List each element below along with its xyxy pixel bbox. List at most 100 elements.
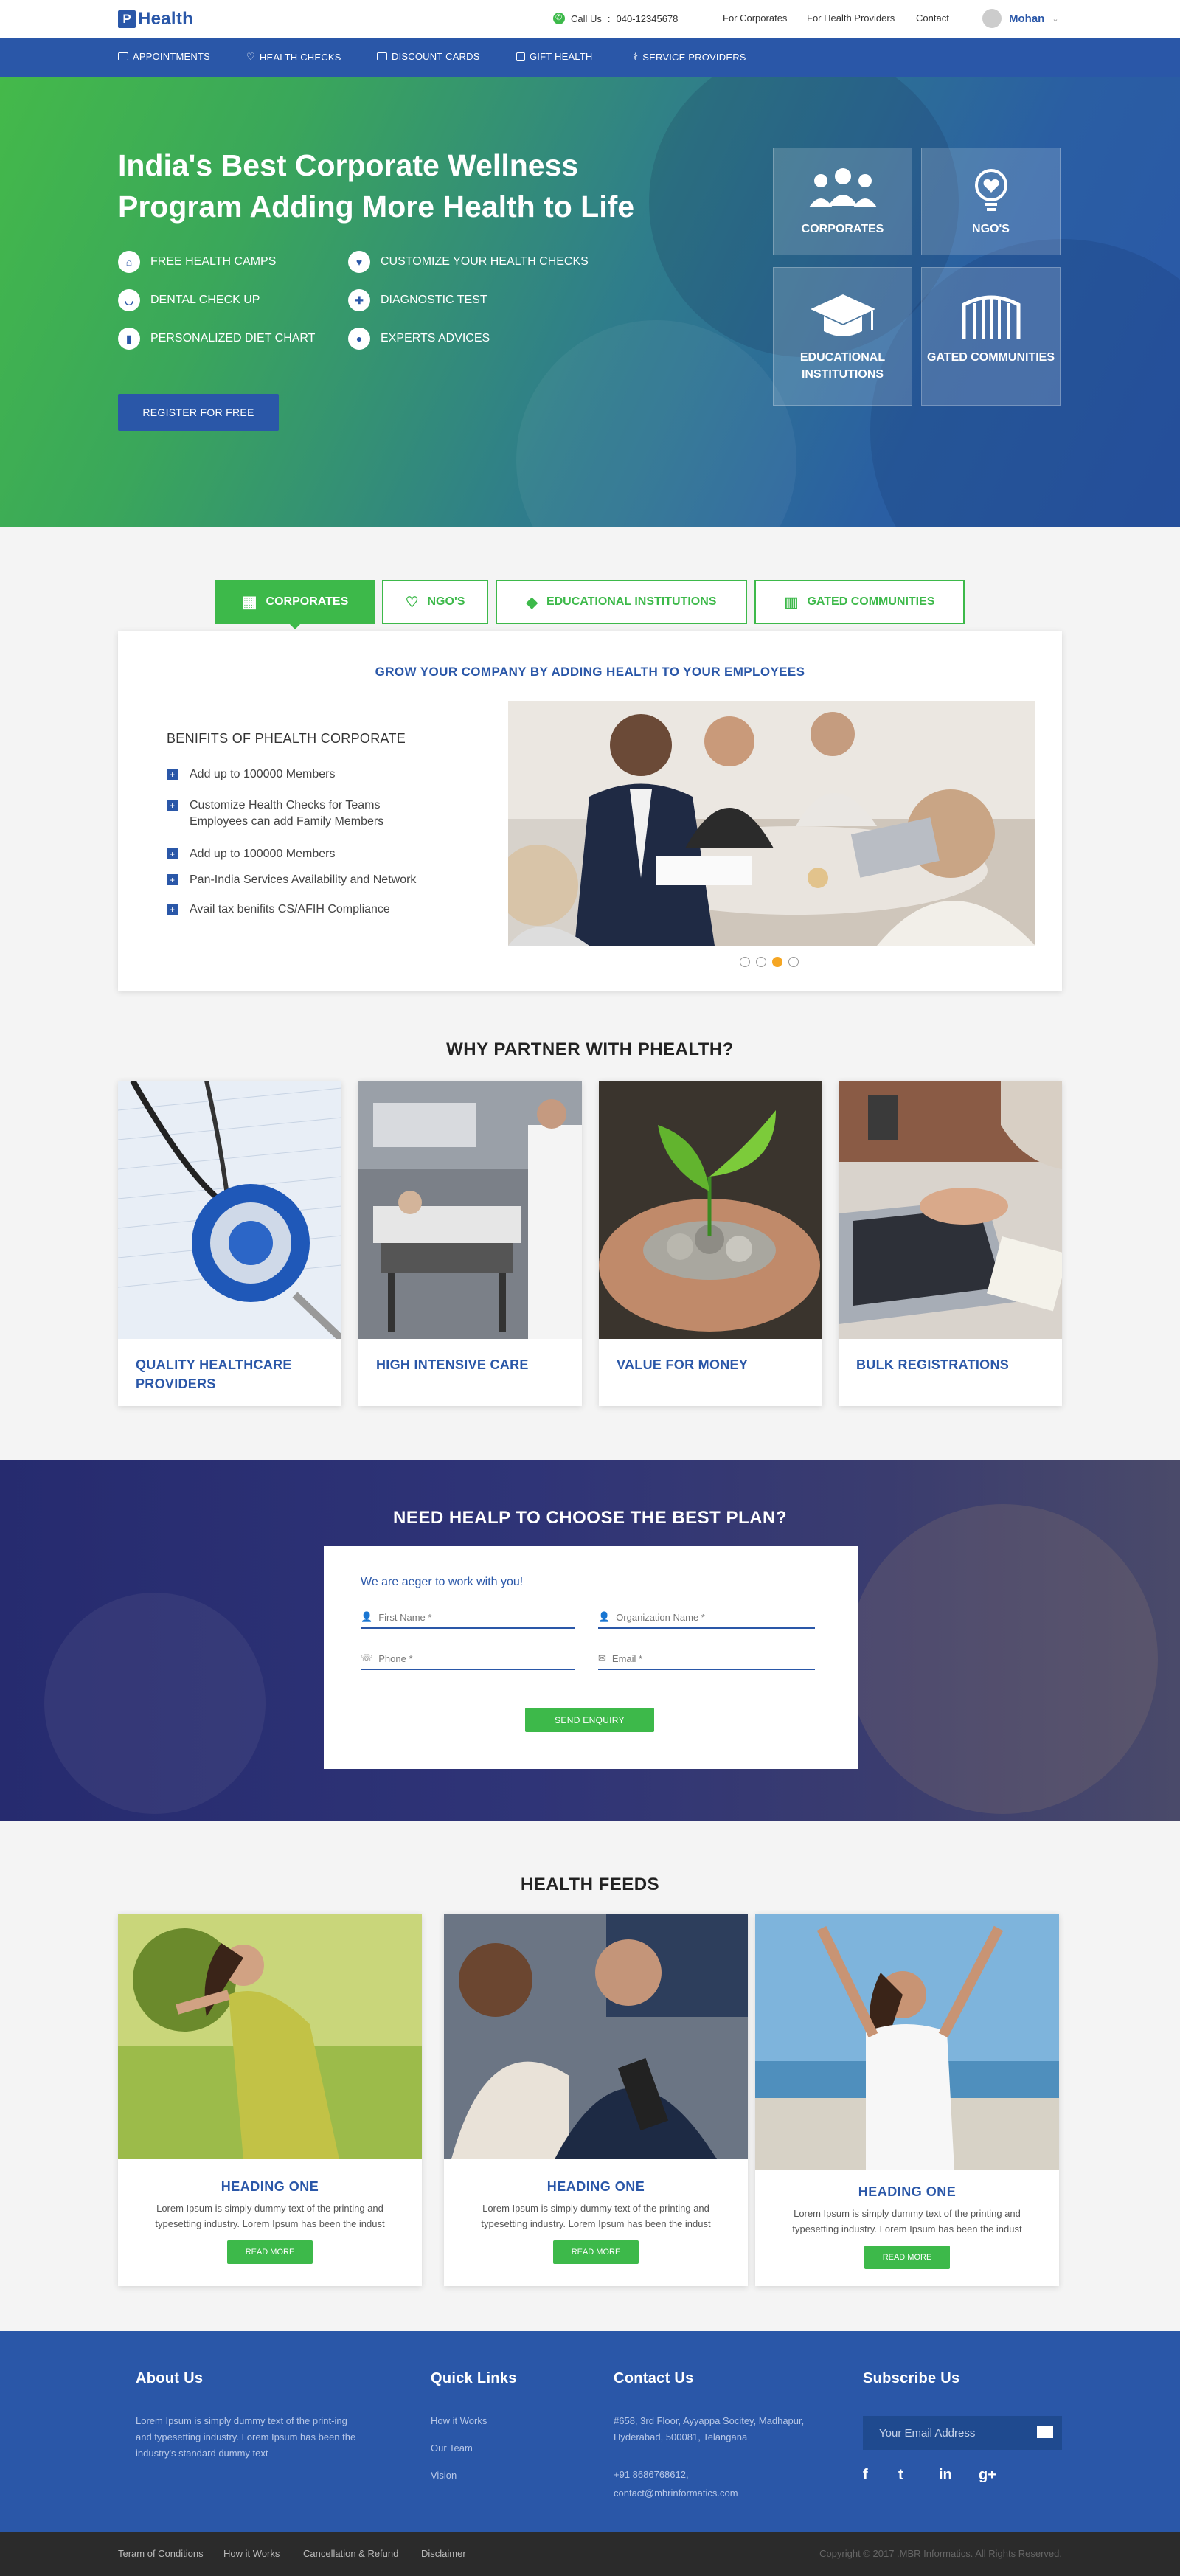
calendar-icon [118,52,128,60]
google-plus-icon[interactable]: g+ [979,2467,996,2484]
feed-card: HEADING ONE Lorem Ipsum is simply dummy … [118,1914,422,2286]
linkedin-icon[interactable]: in [939,2467,952,2484]
benefit-item: + Add up to 100000 Members [167,846,447,862]
mail-icon[interactable] [1037,2426,1053,2438]
tab-gated-communities[interactable]: ▥ GATED COMMUNITIES [754,580,965,624]
tab-label: GATED COMMUNITIES [807,595,935,608]
tile-gated-communities[interactable]: GATED COMMUNITIES [921,267,1061,406]
nav-gift-health[interactable]: GIFT HEALTH [516,51,593,62]
nav-label: SERVICE PROVIDERS [642,51,746,63]
link-how-it-works[interactable]: How it Works [223,2548,280,2559]
avatar [982,9,1002,28]
doctor-icon: ✚ [348,289,370,311]
footer-link-how-it-works[interactable]: How it Works [431,2413,487,2429]
tab-ngos[interactable]: ♡ NGO'S [382,580,488,624]
gift-icon [516,52,525,61]
feed-card: HEADING ONE Lorem Ipsum is simply dummy … [755,1914,1059,2286]
partner-card[interactable]: VALUE FOR MONEY [599,1081,822,1406]
nav-discount-cards[interactable]: DISCOUNT CARDS [377,51,480,62]
nav-label: HEALTH CHECKS [259,51,341,63]
tab-educational-institutions[interactable]: ◆ EDUCATIONAL INSTITUTIONS [496,580,747,624]
feed-card: HEADING ONE Lorem Ipsum is simply dummy … [444,1914,748,2286]
top-bar: P Health Call Us : 040-12345678 For Corp… [0,0,1180,38]
footer: About Us Lorem Ipsum is simply dummy tex… [0,2331,1180,2532]
link-terms[interactable]: Teram of Conditions [118,2548,204,2559]
facebook-icon[interactable]: f [863,2467,868,2484]
twitter-icon[interactable]: t [898,2467,903,2484]
nav-service-providers[interactable]: ⚕ SERVICE PROVIDERS [633,51,746,63]
tab-label: EDUCATIONAL INSTITUTIONS [546,595,717,608]
feed-text: Lorem Ipsum is simply dummy text of the … [792,2208,1022,2234]
benefits-title: BENIFITS OF PHEALTH CORPORATE [167,731,406,746]
footer-link-vision[interactable]: Vision [431,2468,457,2484]
tile-label: NGO'S [972,223,1010,235]
link-disclaimer[interactable]: Disclaimer [421,2548,466,2559]
nav-label: APPOINTMENTS [133,51,210,62]
feature-diet-chart: ▮ PERSONALIZED DIET CHART [118,328,315,350]
enquiry-title: NEED HEALP TO CHOOSE THE BEST PLAN? [392,1508,787,1528]
tile-label: EDUCATIONAL INSTITUTIONS [799,351,886,381]
enquiry-background-shape [44,1593,266,1814]
carousel-dot[interactable] [788,957,799,967]
ngo-heart-icon [974,169,1007,211]
call-us[interactable]: Call Us : 040-12345678 [553,13,678,24]
phone-field[interactable]: ☏ Phone * [361,1648,575,1670]
tile-ngos[interactable]: NGO'S [921,148,1061,255]
partner-title: WHY PARTNER WITH PHEALTH? [446,1039,734,1059]
tile-educational-institutions[interactable]: EDUCATIONAL INSTITUTIONS [773,267,912,406]
logo[interactable]: P Health [118,9,193,30]
carousel-dot[interactable] [740,957,750,967]
heart-check-icon: ♡ [246,51,255,62]
feature-experts-advices: ● EXPERTS ADVICES [348,328,490,350]
email-placeholder: Your Email Address [879,2426,976,2440]
call-number: 040-12345678 [616,13,678,24]
read-more-button[interactable]: READ MORE [864,2246,950,2269]
carousel-dot[interactable] [756,957,766,967]
subscribe-title: Subscribe Us [863,2370,960,2386]
carousel-image [508,701,1035,946]
nav-appointments[interactable]: APPOINTMENTS [118,51,210,62]
partner-card[interactable]: QUALITY HEALTHCARE PROVIDERS [118,1081,341,1406]
tile-corporates[interactable]: CORPORATES [773,148,912,255]
logo-text: Health [138,9,194,29]
tab-corporates[interactable]: ▦ CORPORATES [215,580,375,629]
read-more-button[interactable]: READ MORE [227,2240,313,2264]
benefit-text: Customize Health Checks for Teams Employ… [190,799,384,828]
feature-label: FREE HEALTH CAMPS [150,255,277,268]
graduation-cap-icon: ◆ [526,594,538,611]
link-contact[interactable]: Contact [916,13,949,24]
user-icon: 👤 [361,1611,373,1622]
nav-health-checks[interactable]: ♡ HEALTH CHECKS [246,51,341,63]
link-for-corporates[interactable]: For Corporates [723,13,787,24]
tile-label: CORPORATES [801,223,884,235]
bottom-bar: Teram of Conditions How it Works Cancell… [0,2532,1180,2576]
partner-card-title: HIGH INTENSIVE CARE [376,1357,529,1372]
subscribe-email-input[interactable]: Your Email Address [863,2416,1062,2450]
contact-email[interactable]: contact@mbrinformatics.com [614,2485,738,2501]
copyright: Copyright © 2017 .MBR Informatics. All R… [819,2548,1062,2559]
send-enquiry-button[interactable]: SEND ENQUIRY [525,1708,654,1732]
about-title: About Us [136,2370,204,2386]
business-meeting-image [508,701,1035,946]
link-for-health-providers[interactable]: For Health Providers [807,13,895,24]
corporate-benefits-card: GROW YOUR COMPANY BY ADDING HEALTH TO YO… [118,631,1062,991]
organization-field[interactable]: 👤 Organization Name * [598,1607,815,1629]
hero: India's Best Corporate Wellness Program … [0,77,1180,527]
about-text: Lorem Ipsum is simply dummy text of the … [136,2415,356,2459]
link-cancellation-refund[interactable]: Cancellation & Refund [303,2548,398,2559]
partner-card[interactable]: HIGH INTENSIVE CARE [358,1081,582,1406]
register-button[interactable]: REGISTER FOR FREE [118,394,279,431]
footer-link-our-team[interactable]: Our Team [431,2440,473,2456]
plus-icon: + [167,874,178,885]
feature-label: EXPERTS ADVICES [381,332,490,344]
feed-text: Lorem Ipsum is simply dummy text of the … [481,2203,711,2229]
read-more-button[interactable]: READ MORE [553,2240,639,2264]
benefit-item: + Pan-India Services Availability and Net… [167,872,476,888]
feed-heading: HEADING ONE [546,2179,645,2194]
email-field[interactable]: ✉ Email * [598,1648,815,1670]
ngo-heart-icon: ♡ [405,594,419,611]
carousel-dot-active[interactable] [772,957,782,967]
user-menu[interactable]: Mohan ⌄ [982,9,1059,28]
first-name-field[interactable]: 👤 First Name * [361,1607,575,1629]
partner-card[interactable]: BULK REGISTRATIONS [839,1081,1062,1406]
